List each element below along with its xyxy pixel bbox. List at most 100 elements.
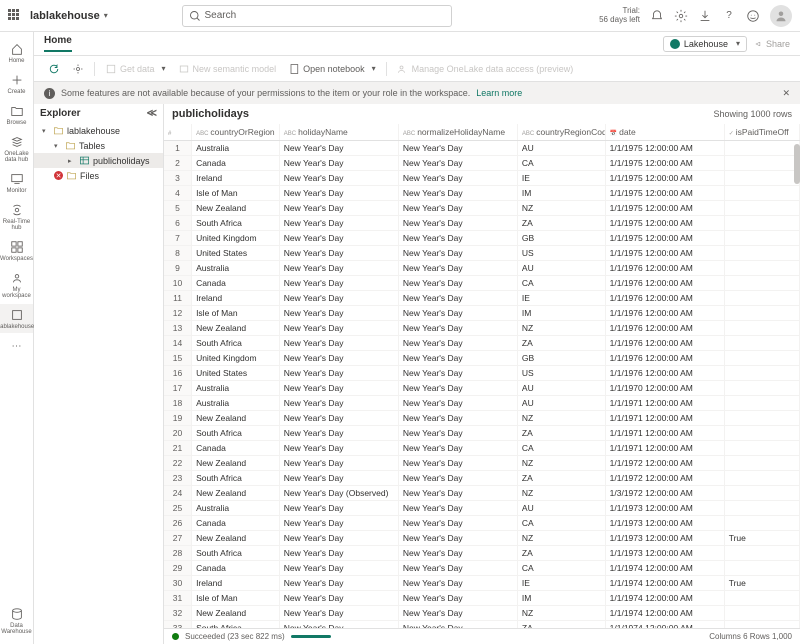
home-icon <box>9 41 25 57</box>
grid-title: publicholidays <box>172 108 249 120</box>
new-semantic-model-button: New semantic model <box>174 61 281 77</box>
lakehouse-mode-dropdown[interactable]: Lakehouse ▾ <box>663 36 747 52</box>
table-row[interactable]: 28South AfricaNew Year's DayNew Year's D… <box>164 546 800 561</box>
app-launcher-icon[interactable] <box>8 9 22 23</box>
settings-button[interactable] <box>68 61 88 77</box>
rail-item-home[interactable]: Home <box>0 38 33 67</box>
table-row[interactable]: 12Isle of ManNew Year's DayNew Year's Da… <box>164 306 800 321</box>
stack-icon <box>9 134 25 150</box>
trial-status: Trial:56 days left <box>599 7 640 25</box>
table-row[interactable]: 6South AfricaNew Year's DayNew Year's Da… <box>164 216 800 231</box>
tree-tables[interactable]: ▾ Tables <box>34 138 163 153</box>
status-success-icon <box>172 633 179 640</box>
row-count: Showing 1000 rows <box>713 109 792 119</box>
search-input[interactable]: Search <box>182 5 452 27</box>
col-header-holidayName[interactable]: ABCholidayName <box>279 124 398 141</box>
table-row[interactable]: 30IrelandNew Year's DayNew Year's DayIE1… <box>164 576 800 591</box>
status-text: Succeeded (23 sec 822 ms) <box>185 632 285 641</box>
table-row[interactable]: 24New ZealandNew Year's Day (Observed)Ne… <box>164 486 800 501</box>
col-header-isPaidTimeOff[interactable]: ✓isPaidTimeOff <box>724 124 799 141</box>
refresh-button[interactable] <box>44 61 64 77</box>
table-row[interactable]: 18AustraliaNew Year's DayNew Year's DayA… <box>164 396 800 411</box>
rail-item-onelake-data-hub[interactable]: OneLake data hub <box>0 131 33 166</box>
tree-root[interactable]: ▾ lablakehouse <box>34 123 163 138</box>
table-row[interactable]: 10CanadaNew Year's DayNew Year's DayCA1/… <box>164 276 800 291</box>
rt-icon <box>9 202 25 218</box>
settings-icon[interactable] <box>674 9 688 23</box>
table-row[interactable]: 14South AfricaNew Year's DayNew Year's D… <box>164 336 800 351</box>
table-row[interactable]: 9AustraliaNew Year's DayNew Year's DayAU… <box>164 261 800 276</box>
dw-icon <box>9 606 25 622</box>
rail-item-workspaces[interactable]: Workspaces <box>0 236 33 265</box>
table-row[interactable]: 19New ZealandNew Year's DayNew Year's Da… <box>164 411 800 426</box>
error-icon: ✕ <box>54 171 63 180</box>
ribbon-tab-home[interactable]: Home <box>44 35 72 52</box>
user-avatar[interactable] <box>770 5 792 27</box>
scrollbar-thumb[interactable] <box>794 144 800 184</box>
table-row[interactable]: 3IrelandNew Year's DayNew Year's DayIE1/… <box>164 171 800 186</box>
feedback-icon[interactable] <box>746 9 760 23</box>
manage-access-button: Manage OneLake data access (preview) <box>393 61 578 77</box>
help-icon[interactable]: ? <box>722 9 736 23</box>
rail-item-create[interactable]: Create <box>0 69 33 98</box>
monitor-icon <box>9 171 25 187</box>
pin-icon[interactable]: ≪ <box>147 108 157 119</box>
close-banner-button[interactable]: ✕ <box>782 88 790 99</box>
learn-more-link[interactable]: Learn more <box>476 88 522 98</box>
status-dimensions: Columns 6 Rows 1,000 <box>709 632 792 641</box>
rail-item-browse[interactable]: Browse <box>0 100 33 129</box>
progress-indicator <box>291 635 331 638</box>
table-row[interactable]: 17AustraliaNew Year's DayNew Year's DayA… <box>164 381 800 396</box>
notifications-icon[interactable] <box>650 9 664 23</box>
myws-icon <box>9 270 25 286</box>
tree-table-publicholidays[interactable]: ▸ publicholidays <box>34 153 163 168</box>
col-header-normalizeHolidayName[interactable]: ABCnormalizeHolidayName <box>398 124 517 141</box>
table-row[interactable]: 29CanadaNew Year's DayNew Year's DayCA1/… <box>164 561 800 576</box>
col-header-row[interactable]: # <box>164 124 192 141</box>
table-row[interactable]: 31Isle of ManNew Year's DayNew Year's Da… <box>164 591 800 606</box>
table-row[interactable]: 8United StatesNew Year's DayNew Year's D… <box>164 246 800 261</box>
col-header-countryOrRegion[interactable]: ABCcountryOrRegion <box>192 124 280 141</box>
table-row[interactable]: 1AustraliaNew Year's DayNew Year's DayAU… <box>164 141 800 156</box>
folder-icon <box>9 103 25 119</box>
info-icon: i <box>44 88 55 99</box>
rail-item-lablakehouse[interactable]: lablakehouse <box>0 304 33 333</box>
table-row[interactable]: 11IrelandNew Year's DayNew Year's DayIE1… <box>164 291 800 306</box>
open-notebook-button[interactable]: Open notebook▾ <box>284 61 380 77</box>
rail-item-monitor[interactable]: Monitor <box>0 168 33 197</box>
table-row[interactable]: 33South AfricaNew Year's DayNew Year's D… <box>164 621 800 629</box>
rail-item-real-time-hub[interactable]: Real-Time hub <box>0 199 33 234</box>
download-icon[interactable] <box>698 9 712 23</box>
table-row[interactable]: 26CanadaNew Year's DayNew Year's DayCA1/… <box>164 516 800 531</box>
rail-more[interactable]: ⋯ <box>0 335 33 357</box>
table-row[interactable]: 25AustraliaNew Year's DayNew Year's DayA… <box>164 501 800 516</box>
search-placeholder: Search <box>205 10 237 21</box>
search-icon <box>189 10 201 22</box>
lake-icon <box>9 307 25 323</box>
workspace-title[interactable]: lablakehouse <box>30 10 100 22</box>
explorer-header: Explorer <box>40 108 81 119</box>
table-row[interactable]: 20South AfricaNew Year's DayNew Year's D… <box>164 426 800 441</box>
table-row[interactable]: 32New ZealandNew Year's DayNew Year's Da… <box>164 606 800 621</box>
table-row[interactable]: 13New ZealandNew Year's DayNew Year's Da… <box>164 321 800 336</box>
table-row[interactable]: 15United KingdomNew Year's DayNew Year's… <box>164 351 800 366</box>
rail-item-data-warehouse[interactable]: Data Warehouse <box>0 603 33 638</box>
share-button[interactable]: Share <box>753 39 790 49</box>
table-row[interactable]: 27New ZealandNew Year's DayNew Year's Da… <box>164 531 800 546</box>
table-row[interactable]: 2CanadaNew Year's DayNew Year's DayCA1/1… <box>164 156 800 171</box>
table-row[interactable]: 7United KingdomNew Year's DayNew Year's … <box>164 231 800 246</box>
chevron-down-icon: ▾ <box>736 39 740 48</box>
chevron-down-icon[interactable]: ▾ <box>104 11 108 20</box>
table-row[interactable]: 4Isle of ManNew Year's DayNew Year's Day… <box>164 186 800 201</box>
col-header-date[interactable]: 📅date <box>605 124 724 141</box>
table-row[interactable]: 23South AfricaNew Year's DayNew Year's D… <box>164 471 800 486</box>
data-grid[interactable]: #ABCcountryOrRegionABCholidayNameABCnorm… <box>164 124 800 628</box>
table-row[interactable]: 5New ZealandNew Year's DayNew Year's Day… <box>164 201 800 216</box>
left-nav-rail: HomeCreateBrowseOneLake data hubMonitorR… <box>0 32 34 644</box>
table-row[interactable]: 22New ZealandNew Year's DayNew Year's Da… <box>164 456 800 471</box>
col-header-countryRegionCode[interactable]: ABCcountryRegionCode <box>517 124 605 141</box>
table-row[interactable]: 16United StatesNew Year's DayNew Year's … <box>164 366 800 381</box>
rail-item-my-workspace[interactable]: My workspace <box>0 267 33 302</box>
table-row[interactable]: 21CanadaNew Year's DayNew Year's DayCA1/… <box>164 441 800 456</box>
tree-files[interactable]: ✕ Files <box>34 168 163 183</box>
